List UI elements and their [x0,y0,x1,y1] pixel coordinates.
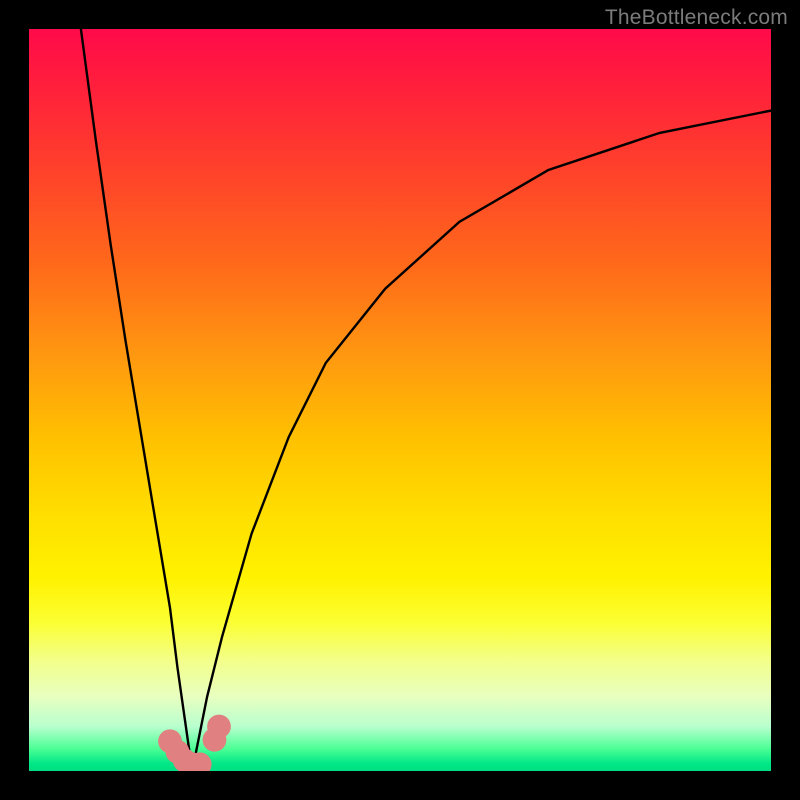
curve-layer [29,29,771,771]
data-marker [207,715,231,739]
marker-group [158,715,231,771]
curve-right-branch [192,111,771,771]
chart-frame: TheBottleneck.com [0,0,800,800]
plot-area [29,29,771,771]
watermark-text: TheBottleneck.com [605,6,788,30]
curve-left-branch [81,29,192,771]
